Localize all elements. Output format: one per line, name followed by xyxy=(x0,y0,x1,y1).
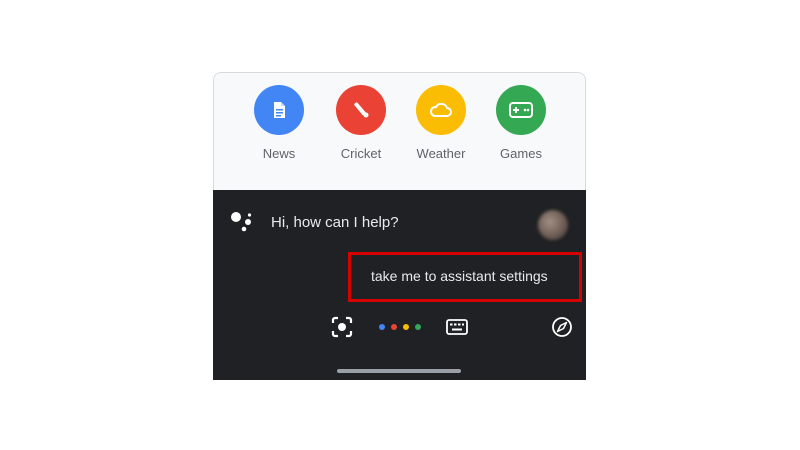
google-assistant-logo-icon xyxy=(231,212,252,232)
keyboard-icon[interactable] xyxy=(446,318,468,336)
assistant-panel: Hi, how can I help? take me to assistant… xyxy=(213,190,586,380)
shortcut-news[interactable]: News xyxy=(244,85,314,175)
gamepad-icon xyxy=(496,85,546,135)
gesture-nav-handle[interactable] xyxy=(337,369,461,373)
red-dot xyxy=(391,324,397,330)
yellow-dot xyxy=(403,324,409,330)
compass-icon[interactable] xyxy=(551,316,573,338)
shortcut-news-label: News xyxy=(262,146,296,161)
shortcut-cricket-label: Cricket xyxy=(340,146,382,161)
user-query-text: take me to assistant settings xyxy=(371,268,548,284)
assistant-screen: News Cricket Weather Games Hi, how can I… xyxy=(213,72,586,380)
green-dot xyxy=(415,324,421,330)
shortcut-games-label: Games xyxy=(500,146,542,161)
blue-dot xyxy=(379,324,385,330)
user-query-bubble: take me to assistant settings xyxy=(348,252,582,302)
shortcut-games[interactable]: Games xyxy=(486,85,556,175)
cloud-icon xyxy=(416,85,466,135)
shortcut-cricket[interactable]: Cricket xyxy=(326,85,396,175)
news-document-icon xyxy=(254,85,304,135)
cricket-bat-icon xyxy=(336,85,386,135)
lens-icon[interactable] xyxy=(331,316,353,338)
shortcuts-panel: News Cricket Weather Games xyxy=(213,72,586,190)
shortcut-weather[interactable]: Weather xyxy=(406,85,476,175)
user-avatar-icon[interactable] xyxy=(538,210,568,240)
shortcut-weather-label: Weather xyxy=(416,146,466,161)
assistant-greeting: Hi, how can I help? xyxy=(271,214,399,231)
mic-dots-icon[interactable] xyxy=(377,322,421,332)
